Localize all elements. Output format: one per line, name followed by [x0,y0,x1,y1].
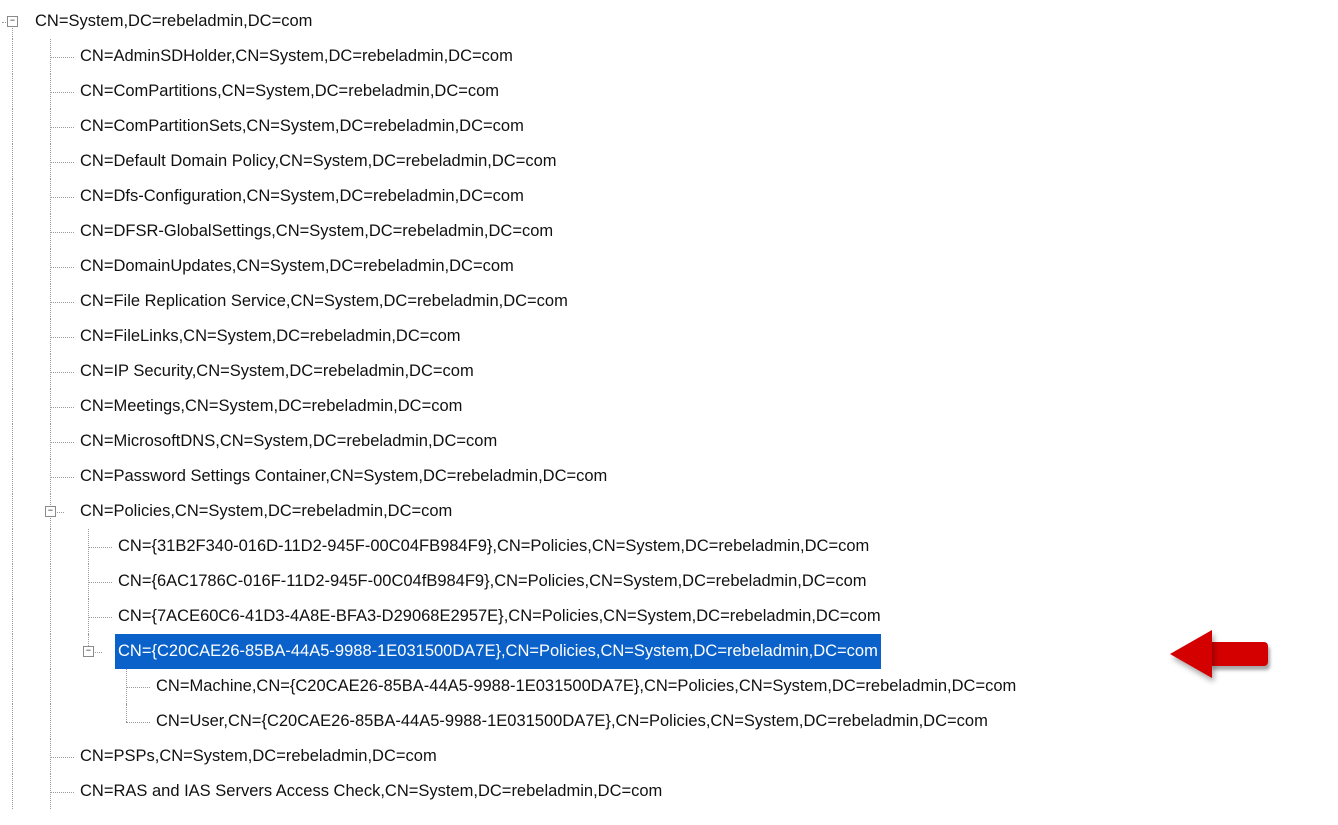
tree-label: CN=Machine,CN={C20CAE26-85BA-44A5-9988-1… [153,669,1019,704]
tree-label: CN=PSPs,CN=System,DC=rebeladmin,DC=com [77,739,440,774]
tree-node[interactable]: CN=PSPs,CN=System,DC=rebeladmin,DC=com [2,739,1338,774]
tree-node[interactable]: CN=AdminSDHolder,CN=System,DC=rebeladmin… [2,39,1338,74]
tree-node-policies[interactable]: − CN=Policies,CN=System,DC=rebeladmin,DC… [2,494,1338,529]
tree-label: CN=System,DC=rebeladmin,DC=com [32,4,315,39]
tree-label: CN=Policies,CN=System,DC=rebeladmin,DC=c… [77,494,455,529]
tree-label: CN=ComPartitions,CN=System,DC=rebeladmin… [77,74,502,109]
tree-label: CN=Password Settings Container,CN=System… [77,459,610,494]
tree-label: CN=Meetings,CN=System,DC=rebeladmin,DC=c… [77,389,465,424]
tree-label: CN=MicrosoftDNS,CN=System,DC=rebeladmin,… [77,424,500,459]
tree-label: CN=DFSR-GlobalSettings,CN=System,DC=rebe… [77,214,556,249]
tree-node-selected[interactable]: − CN={C20CAE26-85BA-44A5-9988-1E031500DA… [2,634,1338,669]
tree-node[interactable]: CN=File Replication Service,CN=System,DC… [2,284,1338,319]
tree-label: CN={6AC1786C-016F-11D2-945F-00C04fB984F9… [115,564,870,599]
tree-label: CN=Dfs-Configuration,CN=System,DC=rebela… [77,179,527,214]
tree-node[interactable]: CN=Default Domain Policy,CN=System,DC=re… [2,144,1338,179]
tree-label: CN=DomainUpdates,CN=System,DC=rebeladmin… [77,249,517,284]
tree-label: CN=FileLinks,CN=System,DC=rebeladmin,DC=… [77,319,464,354]
tree-label: CN=ComPartitionSets,CN=System,DC=rebelad… [77,109,527,144]
tree-label: CN={7ACE60C6-41D3-4A8E-BFA3-D29068E2957E… [115,599,884,634]
tree-node[interactable]: CN={7ACE60C6-41D3-4A8E-BFA3-D29068E2957E… [2,599,1338,634]
tree-node[interactable]: CN=ComPartitionSets,CN=System,DC=rebelad… [2,109,1338,144]
collapse-icon[interactable]: − [83,646,94,657]
tree-label: CN=IP Security,CN=System,DC=rebeladmin,D… [77,354,477,389]
tree-node[interactable]: CN=RAS and IAS Servers Access Check,CN=S… [2,774,1338,809]
tree-node[interactable]: CN=DomainUpdates,CN=System,DC=rebeladmin… [2,249,1338,284]
tree-node-root[interactable]: − CN=System,DC=rebeladmin,DC=com [2,4,1338,39]
tree-node[interactable]: CN=FileLinks,CN=System,DC=rebeladmin,DC=… [2,319,1338,354]
tree-label: CN={31B2F340-016D-11D2-945F-00C04FB984F9… [115,529,872,564]
tree-label: CN=File Replication Service,CN=System,DC… [77,284,571,319]
tree-node[interactable]: CN=Password Settings Container,CN=System… [2,459,1338,494]
tree-node[interactable]: CN=Meetings,CN=System,DC=rebeladmin,DC=c… [2,389,1338,424]
tree-label: CN=Default Domain Policy,CN=System,DC=re… [77,144,560,179]
tree-node[interactable]: CN=MicrosoftDNS,CN=System,DC=rebeladmin,… [2,424,1338,459]
tree-node[interactable]: CN=Dfs-Configuration,CN=System,DC=rebela… [2,179,1338,214]
tree-node[interactable]: CN=ComPartitions,CN=System,DC=rebeladmin… [2,74,1338,109]
tree-node[interactable]: CN={6AC1786C-016F-11D2-945F-00C04fB984F9… [2,564,1338,599]
tree-label: CN=AdminSDHolder,CN=System,DC=rebeladmin… [77,39,516,74]
tree-label: CN=RAS and IAS Servers Access Check,CN=S… [77,774,665,809]
tree-label-selected: CN={C20CAE26-85BA-44A5-9988-1E031500DA7E… [115,634,881,669]
collapse-icon[interactable]: − [45,506,56,517]
tree-label: CN=User,CN={C20CAE26-85BA-44A5-9988-1E03… [153,704,991,739]
ad-tree-view: − CN=System,DC=rebeladmin,DC=com CN=Admi… [2,4,1338,809]
tree-node[interactable]: CN={31B2F340-016D-11D2-945F-00C04FB984F9… [2,529,1338,564]
tree-node[interactable]: CN=Machine,CN={C20CAE26-85BA-44A5-9988-1… [2,669,1338,704]
tree-node[interactable]: CN=User,CN={C20CAE26-85BA-44A5-9988-1E03… [2,704,1338,739]
tree-node[interactable]: CN=IP Security,CN=System,DC=rebeladmin,D… [2,354,1338,389]
collapse-icon[interactable]: − [7,16,18,27]
tree-node[interactable]: CN=DFSR-GlobalSettings,CN=System,DC=rebe… [2,214,1338,249]
